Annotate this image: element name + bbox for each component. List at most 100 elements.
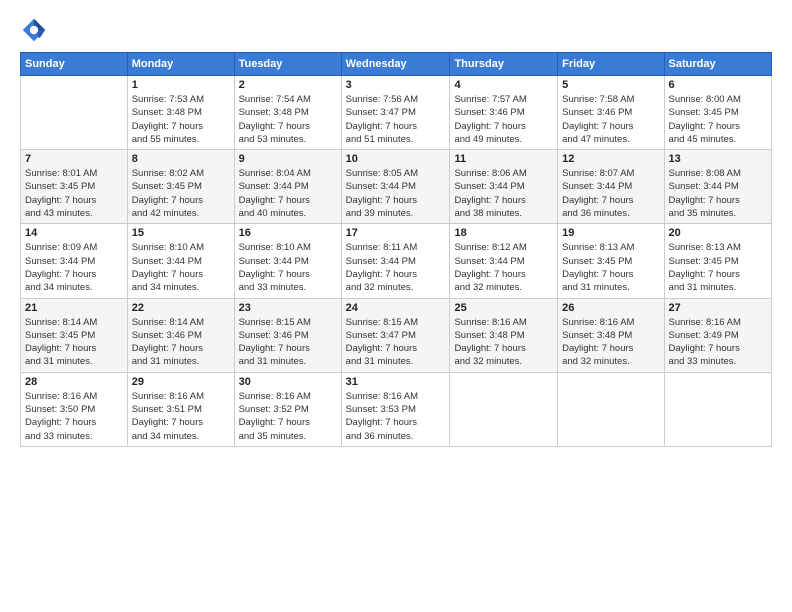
calendar-cell: 2 Sunrise: 7:54 AMSunset: 3:48 PMDaylight…: [234, 76, 341, 150]
calendar-cell: 27 Sunrise: 8:16 AMSunset: 3:49 PMDayligh…: [664, 298, 771, 372]
calendar-cell: 17 Sunrise: 8:11 AMSunset: 3:44 PMDayligh…: [341, 224, 450, 298]
day-number: 3: [346, 79, 446, 91]
calendar-cell: [664, 372, 771, 446]
day-info: Sunrise: 8:13 AMSunset: 3:45 PMDaylight:…: [669, 241, 767, 294]
day-number: 14: [25, 227, 123, 239]
calendar-cell: 6 Sunrise: 8:00 AMSunset: 3:45 PMDaylight…: [664, 76, 771, 150]
calendar-week-3: 14 Sunrise: 8:09 AMSunset: 3:44 PMDayligh…: [21, 224, 772, 298]
day-info: Sunrise: 8:16 AMSunset: 3:52 PMDaylight:…: [239, 390, 337, 443]
day-info: Sunrise: 8:10 AMSunset: 3:44 PMDaylight:…: [239, 241, 337, 294]
day-info: Sunrise: 7:58 AMSunset: 3:46 PMDaylight:…: [562, 93, 659, 146]
calendar-header-tuesday: Tuesday: [234, 53, 341, 76]
day-number: 4: [454, 79, 553, 91]
calendar-week-4: 21 Sunrise: 8:14 AMSunset: 3:45 PMDayligh…: [21, 298, 772, 372]
day-number: 9: [239, 153, 337, 165]
calendar-cell: 16 Sunrise: 8:10 AMSunset: 3:44 PMDayligh…: [234, 224, 341, 298]
calendar-cell: 3 Sunrise: 7:56 AMSunset: 3:47 PMDaylight…: [341, 76, 450, 150]
calendar-cell: 12 Sunrise: 8:07 AMSunset: 3:44 PMDayligh…: [558, 150, 664, 224]
day-info: Sunrise: 8:00 AMSunset: 3:45 PMDaylight:…: [669, 93, 767, 146]
calendar-header-row: SundayMondayTuesdayWednesdayThursdayFrid…: [21, 53, 772, 76]
day-info: Sunrise: 7:56 AMSunset: 3:47 PMDaylight:…: [346, 93, 446, 146]
day-info: Sunrise: 8:05 AMSunset: 3:44 PMDaylight:…: [346, 167, 446, 220]
day-number: 13: [669, 153, 767, 165]
calendar-header-sunday: Sunday: [21, 53, 128, 76]
day-info: Sunrise: 8:01 AMSunset: 3:45 PMDaylight:…: [25, 167, 123, 220]
day-number: 5: [562, 79, 659, 91]
day-number: 11: [454, 153, 553, 165]
day-info: Sunrise: 8:16 AMSunset: 3:51 PMDaylight:…: [132, 390, 230, 443]
calendar-cell: 30 Sunrise: 8:16 AMSunset: 3:52 PMDayligh…: [234, 372, 341, 446]
day-info: Sunrise: 8:16 AMSunset: 3:50 PMDaylight:…: [25, 390, 123, 443]
day-info: Sunrise: 8:13 AMSunset: 3:45 PMDaylight:…: [562, 241, 659, 294]
calendar-header-saturday: Saturday: [664, 53, 771, 76]
calendar-cell: 8 Sunrise: 8:02 AMSunset: 3:45 PMDaylight…: [127, 150, 234, 224]
day-number: 10: [346, 153, 446, 165]
day-info: Sunrise: 8:15 AMSunset: 3:47 PMDaylight:…: [346, 316, 446, 369]
calendar-cell: 22Sunrise: 8:14 AMSunset: 3:46 PMDayligh…: [127, 298, 234, 372]
day-number: 30: [239, 376, 337, 388]
calendar-table: SundayMondayTuesdayWednesdayThursdayFrid…: [20, 52, 772, 447]
day-info: Sunrise: 8:14 AMSunset: 3:45 PMDaylight:…: [25, 316, 123, 369]
day-number: 6: [669, 79, 767, 91]
calendar-cell: 25Sunrise: 8:16 AMSunset: 3:48 PMDayligh…: [450, 298, 558, 372]
calendar-header-monday: Monday: [127, 53, 234, 76]
day-number: 17: [346, 227, 446, 239]
day-info: Sunrise: 8:06 AMSunset: 3:44 PMDaylight:…: [454, 167, 553, 220]
calendar-cell: 11 Sunrise: 8:06 AMSunset: 3:44 PMDayligh…: [450, 150, 558, 224]
calendar-week-1: 1Sunrise: 7:53 AMSunset: 3:48 PMDaylight…: [21, 76, 772, 150]
calendar-header-friday: Friday: [558, 53, 664, 76]
calendar-cell: 23 Sunrise: 8:15 AMSunset: 3:46 PMDayligh…: [234, 298, 341, 372]
calendar-cell: 10 Sunrise: 8:05 AMSunset: 3:44 PMDayligh…: [341, 150, 450, 224]
calendar-cell: 29 Sunrise: 8:16 AMSunset: 3:51 PMDayligh…: [127, 372, 234, 446]
day-number: 20: [669, 227, 767, 239]
calendar-cell: 21 Sunrise: 8:14 AMSunset: 3:45 PMDayligh…: [21, 298, 128, 372]
logo-icon: [20, 16, 48, 44]
calendar-cell: 31Sunrise: 8:16 AMSunset: 3:53 PMDayligh…: [341, 372, 450, 446]
day-number: 16: [239, 227, 337, 239]
day-number: 29: [132, 376, 230, 388]
calendar-cell: 4 Sunrise: 7:57 AMSunset: 3:46 PMDaylight…: [450, 76, 558, 150]
day-number: 19: [562, 227, 659, 239]
day-number: 23: [239, 302, 337, 314]
calendar-cell: 9 Sunrise: 8:04 AMSunset: 3:44 PMDaylight…: [234, 150, 341, 224]
day-number: 2: [239, 79, 337, 91]
day-info: Sunrise: 8:08 AMSunset: 3:44 PMDaylight:…: [669, 167, 767, 220]
calendar-cell: [558, 372, 664, 446]
calendar-header-wednesday: Wednesday: [341, 53, 450, 76]
day-number: 1: [132, 79, 230, 91]
day-info: Sunrise: 8:12 AMSunset: 3:44 PMDaylight:…: [454, 241, 553, 294]
day-info: Sunrise: 8:16 AMSunset: 3:53 PMDaylight:…: [346, 390, 446, 443]
day-number: 15: [132, 227, 230, 239]
day-number: 28: [25, 376, 123, 388]
day-info: Sunrise: 8:02 AMSunset: 3:45 PMDaylight:…: [132, 167, 230, 220]
day-number: 12: [562, 153, 659, 165]
calendar-cell: 14 Sunrise: 8:09 AMSunset: 3:44 PMDayligh…: [21, 224, 128, 298]
day-info: Sunrise: 8:16 AMSunset: 3:49 PMDaylight:…: [669, 316, 767, 369]
calendar-cell: 20 Sunrise: 8:13 AMSunset: 3:45 PMDayligh…: [664, 224, 771, 298]
calendar-cell: [450, 372, 558, 446]
day-info: Sunrise: 8:16 AMSunset: 3:48 PMDaylight:…: [562, 316, 659, 369]
calendar-cell: 1Sunrise: 7:53 AMSunset: 3:48 PMDaylight…: [127, 76, 234, 150]
day-info: Sunrise: 8:16 AMSunset: 3:48 PMDaylight:…: [454, 316, 553, 369]
day-number: 26: [562, 302, 659, 314]
calendar-cell: 26 Sunrise: 8:16 AMSunset: 3:48 PMDayligh…: [558, 298, 664, 372]
day-info: Sunrise: 7:57 AMSunset: 3:46 PMDaylight:…: [454, 93, 553, 146]
day-number: 21: [25, 302, 123, 314]
day-info: Sunrise: 8:10 AMSunset: 3:44 PMDaylight:…: [132, 241, 230, 294]
day-number: 27: [669, 302, 767, 314]
calendar-cell: 19 Sunrise: 8:13 AMSunset: 3:45 PMDayligh…: [558, 224, 664, 298]
day-number: 22: [132, 302, 230, 314]
day-number: 7: [25, 153, 123, 165]
day-info: Sunrise: 8:04 AMSunset: 3:44 PMDaylight:…: [239, 167, 337, 220]
logo: [20, 16, 52, 44]
calendar-cell: 24Sunrise: 8:15 AMSunset: 3:47 PMDayligh…: [341, 298, 450, 372]
calendar-cell: 28 Sunrise: 8:16 AMSunset: 3:50 PMDayligh…: [21, 372, 128, 446]
day-info: Sunrise: 8:07 AMSunset: 3:44 PMDaylight:…: [562, 167, 659, 220]
day-number: 8: [132, 153, 230, 165]
day-info: Sunrise: 8:15 AMSunset: 3:46 PMDaylight:…: [239, 316, 337, 369]
day-info: Sunrise: 7:54 AMSunset: 3:48 PMDaylight:…: [239, 93, 337, 146]
calendar-week-5: 28 Sunrise: 8:16 AMSunset: 3:50 PMDayligh…: [21, 372, 772, 446]
day-info: Sunrise: 8:11 AMSunset: 3:44 PMDaylight:…: [346, 241, 446, 294]
calendar-cell: 18Sunrise: 8:12 AMSunset: 3:44 PMDayligh…: [450, 224, 558, 298]
day-info: Sunrise: 8:09 AMSunset: 3:44 PMDaylight:…: [25, 241, 123, 294]
